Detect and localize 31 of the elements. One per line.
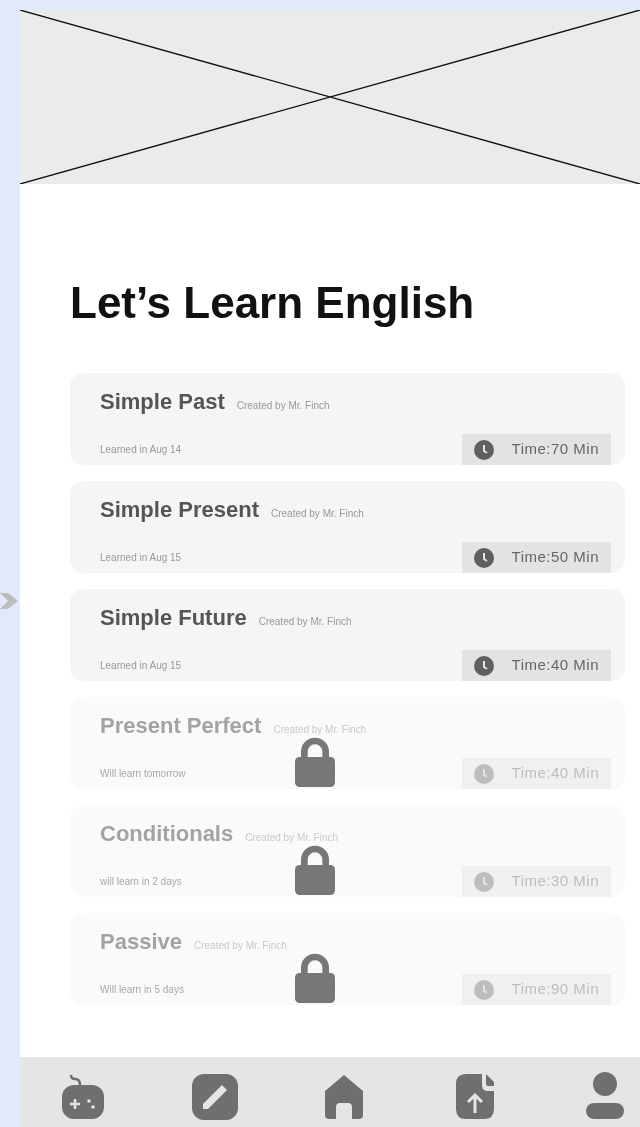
status-label: Learned in Aug 15 [100, 551, 182, 566]
time-badge: Time:70 Min [461, 434, 611, 465]
time-badge: Time:50 Min [461, 542, 611, 573]
lock-icon [295, 737, 335, 788]
time-badge: Time:40 Min [461, 650, 611, 681]
lesson-title: Conditionals [100, 820, 234, 849]
lock-icon [295, 845, 335, 896]
author-label: Created by Mr. Finch [270, 507, 364, 522]
status-label: Will learn in 5 days [100, 983, 184, 998]
lesson-title: Simple Present [100, 496, 259, 525]
page-title: Let’s Learn English [70, 279, 476, 328]
clock-icon [473, 979, 494, 1000]
clock-icon [473, 439, 494, 460]
lesson-card[interactable]: Simple Future Created by Mr. Finch Learned in Aug 15 Time:40 Min [70, 589, 625, 682]
status-label: Will learn tomorrow [100, 767, 186, 782]
author-label: Created by Mr. Finch [236, 399, 330, 414]
status-label: Learned in Aug 14 [100, 443, 182, 458]
lesson-title: Simple Future [100, 604, 247, 633]
author-label: Created by Mr. Finch [258, 615, 352, 630]
clock-icon [473, 547, 494, 568]
clock-icon [473, 871, 494, 892]
clock-icon [473, 655, 494, 676]
lesson-title: Present Perfect [100, 712, 262, 741]
lesson-card[interactable]: Simple Present Created by Mr. Finch Learned in Aug 15 Time:50 Min [70, 481, 625, 574]
lesson-title: Simple Past [100, 388, 225, 417]
status-label: will learn in 2 days [100, 875, 182, 890]
lock-icon [295, 953, 335, 1004]
lesson-title: Passive [100, 928, 182, 957]
lesson-card[interactable]: Simple Past Created by Mr. Finch Learned in Aug 14 Time:70 Min [70, 373, 625, 466]
status-label: Learned in Aug 15 [100, 659, 182, 674]
clock-icon [473, 763, 494, 784]
